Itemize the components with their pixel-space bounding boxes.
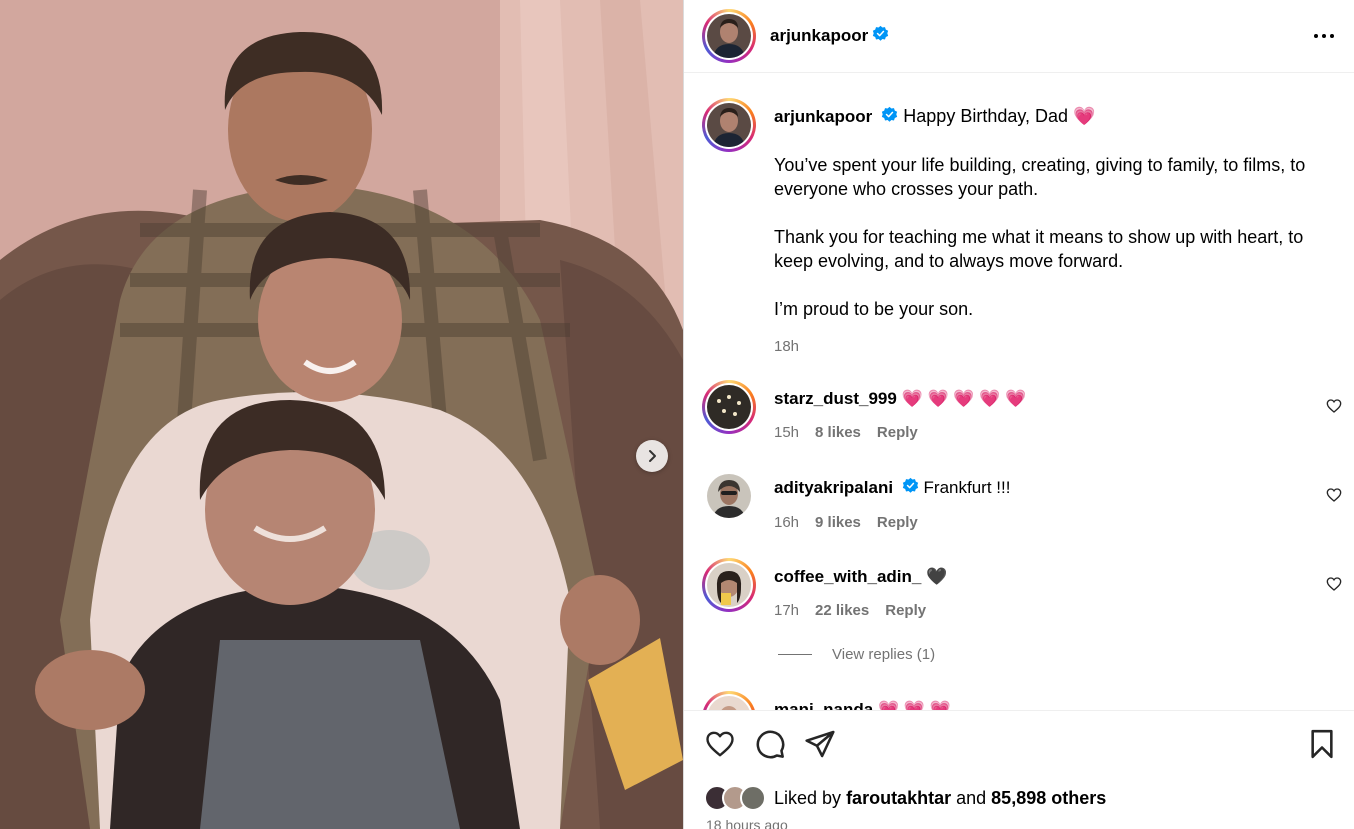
post-details-panel: arjunkapoor arjunkapoor Happy Birthday, … [683,0,1354,829]
avatar [707,696,751,710]
next-photo-button[interactable] [636,440,668,472]
avatar [707,385,751,429]
avatar [707,103,751,147]
comment-likes[interactable]: 22 likes [815,600,869,622]
avatar [707,474,751,518]
like-heart-icon[interactable] [704,729,736,764]
save-bookmark-icon[interactable] [1308,728,1336,765]
comment-text: 💗 💗 💗 💗 💗 [901,389,1027,408]
comments-scroll-area[interactable]: arjunkapoor Happy Birthday, Dad 💗 You’ve… [684,73,1354,710]
caption-paragraph: Thank you for teaching me what it means … [774,227,1304,272]
view-replies-label: View replies (1) [832,646,936,663]
liked-by-prefix: Liked by [774,787,842,808]
comment-username[interactable]: coffee_with_adin_ [774,567,921,586]
post-header: arjunkapoor [684,0,1354,73]
caption-paragraph: You’ve spent your life building, creatin… [774,155,1306,200]
family-photo-illustration [0,0,683,829]
comment-username[interactable]: starz_dust_999 [774,389,897,408]
comment-time[interactable]: 17h [774,600,799,622]
post-photo[interactable] [0,0,683,829]
verified-badge-icon [902,477,919,500]
commenter-avatar-ring[interactable] [702,691,756,710]
commenter-avatar-ring[interactable] [702,380,756,434]
comment-like-heart-icon[interactable] [1326,576,1342,597]
reply-button[interactable]: Reply [885,600,926,622]
commenter-avatar[interactable] [702,469,756,523]
commenter-avatar-ring[interactable] [702,558,756,612]
caption-username[interactable]: arjunkapoor [774,107,872,126]
comment-item: adityakripalani Frankfurt !!! 16h 9 like… [702,469,1342,534]
comment-item: mani_nanda 💗 💗 💗 [702,691,1342,710]
author-avatar-ring[interactable] [702,9,756,63]
comment-text: 🖤 [926,567,948,586]
author-username[interactable]: arjunkapoor [770,26,868,46]
action-bar [704,729,1336,763]
comment-username[interactable]: mani_nanda [774,700,873,710]
liked-by-and: and [956,787,987,808]
comment-time[interactable]: 15h [774,422,799,444]
comment-text: Frankfurt !!! [923,478,1011,497]
post-footer: Liked by faroutakhtar and 85,898 others … [684,710,1354,829]
caption-avatar-ring[interactable] [702,98,756,152]
comment-item: coffee_with_adin_ 🖤 17h 22 likes Reply [702,558,1342,622]
comment-username[interactable]: adityakripalani [774,478,893,497]
comment-like-heart-icon[interactable] [1326,487,1342,508]
comment-bubble-icon[interactable] [754,728,786,765]
avatar [740,785,766,811]
liked-by-username[interactable]: faroutakhtar [846,788,951,809]
chevron-right-icon [649,450,656,462]
comment-like-heart-icon[interactable] [1326,398,1342,419]
replies-divider-line [778,654,812,655]
comment-text: 💗 💗 💗 [877,700,951,710]
avatar [707,563,751,607]
liked-by-others[interactable]: 85,898 others [991,788,1106,809]
post-caption: arjunkapoor Happy Birthday, Dad 💗 You’ve… [702,98,1342,359]
caption-first-line: Happy Birthday, Dad [903,106,1069,126]
comment-item: starz_dust_999 💗 💗 💗 💗 💗 15h 8 likes Rep… [702,380,1342,444]
caption-timestamp[interactable]: 18h [774,335,1342,359]
pink-heart-emoji: 💗 [1073,106,1096,126]
share-paper-plane-icon[interactable] [804,728,836,765]
reply-button[interactable]: Reply [877,422,918,444]
avatar [707,14,751,58]
verified-badge-icon [881,105,898,129]
caption-paragraph: I’m proud to be your son. [774,299,974,320]
liker-avatars [704,785,766,811]
liked-by-summary[interactable]: Liked by faroutakhtar and 85,898 others [704,785,1106,811]
post-time-ago[interactable]: 18 hours ago [706,817,788,829]
comment-likes[interactable]: 8 likes [815,422,861,444]
verified-badge-icon [872,25,889,47]
view-replies-button[interactable]: View replies (1) [778,646,935,663]
more-options-icon[interactable] [1310,26,1338,46]
comment-likes[interactable]: 9 likes [815,512,861,534]
reply-button[interactable]: Reply [877,512,918,534]
comment-time[interactable]: 16h [774,512,799,534]
